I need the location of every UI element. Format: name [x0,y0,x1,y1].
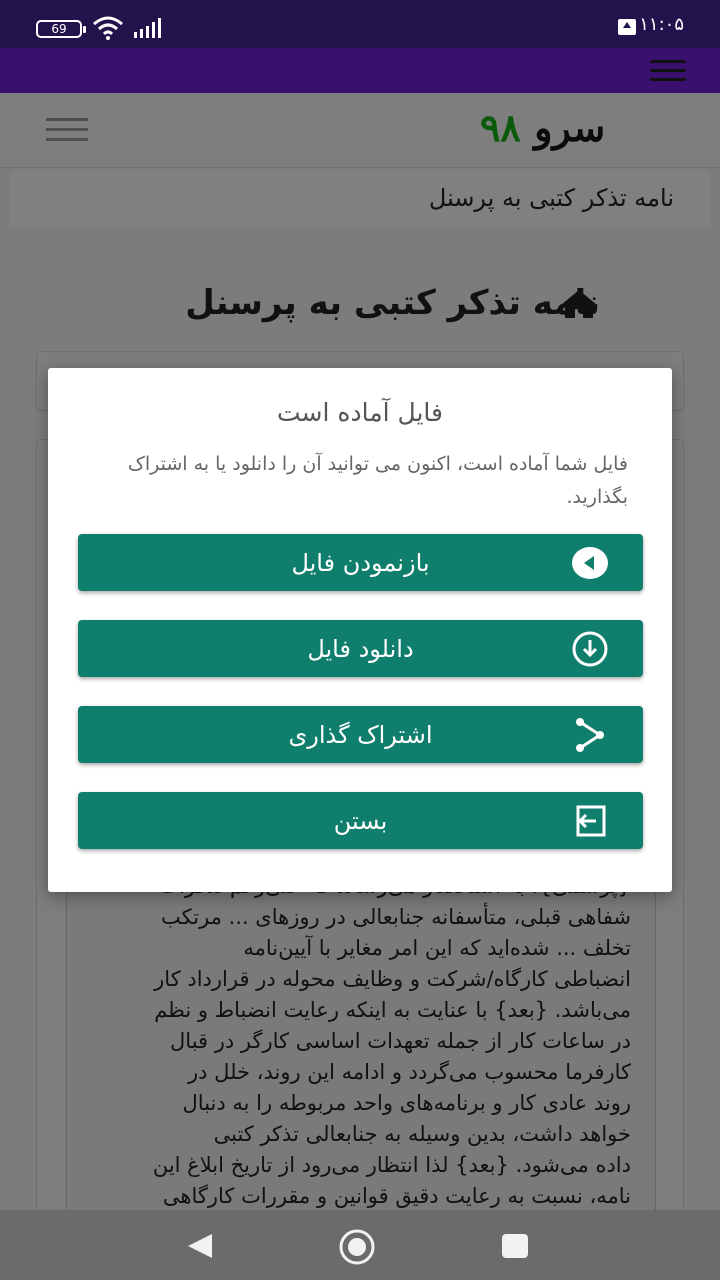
site-header: سرو ۹۸ [0,93,720,168]
document-line: می‌باشد. {بعد} با عنایت به اینکه رعایت ا… [154,998,631,1022]
page-title: نامه تذکر کتبی به پرسنل [185,283,600,323]
document-line: کارفرما محسوب می‌گردد و ادامه این روند، … [188,1060,631,1084]
status-time: ۱۱:۰۵ [639,14,684,35]
close-button[interactable]: بستن [78,792,643,849]
document-line: روند عادی کار و برنامه‌های واحد مربوطه ر… [182,1091,631,1115]
open-file-button[interactable]: بازنمودن فایل [78,534,643,591]
share-button[interactable]: اشتراک گذاری [78,706,643,763]
open-file-label: بازنمودن فایل [291,549,430,577]
signal-icon [134,18,161,38]
breadcrumb-text: نامه تذکر کتبی به پرسنل [428,184,674,212]
navigation-bar [0,1210,720,1280]
site-logo[interactable]: سرو ۹۸ [480,105,605,150]
logo-number: ۹۸ [480,105,521,150]
battery-icon: 69 [36,20,86,38]
file-ready-dialog: فایل آماده است فایل شما آماده است، اکنون… [48,368,672,892]
status-bar: 69 ۱۱:۰۵ [0,0,720,48]
document-line: خواهد داشت، بدین وسیله به جنابعالی تذکر … [213,1122,631,1146]
document-line: تخلف ... شده‌اید که این امر مغایر با آیی… [243,936,631,960]
wifi-icon [93,16,123,40]
app-top-bar [0,48,720,93]
hamburger-menu-icon[interactable] [46,118,88,141]
home-nav-icon[interactable] [338,1228,376,1266]
document-line: نامه، نسبت به رعایت دقیق قوانین و مقررات… [162,1184,631,1208]
upload-notification-icon [618,19,636,35]
download-file-button[interactable]: دانلود فایل [78,620,643,677]
document-line: داده می‌شود. {بعد} لذا انتظار می‌رود از … [152,1153,631,1177]
dialog-title: فایل آماده است [277,398,443,427]
share-label: اشتراک گذاری [288,721,433,749]
logo-text: سرو [534,105,606,150]
recent-apps-icon[interactable] [502,1234,528,1258]
document-line: انضباطی کارگاه/شرکت و وظایف محوله در قرا… [154,967,631,991]
breadcrumb: نامه تذکر کتبی به پرسنل [10,170,710,228]
document-line: در ساعات کار از جمله تعهدات اساسی کارگر … [170,1029,631,1053]
document-line: شفاهی قبلی، متأسفانه جنابعالی در روزهای … [161,905,631,929]
document-text: {پرسنلی}، به استحضار می‌رساند که علی‌رغم… [86,871,631,1212]
close-label: بستن [333,807,388,835]
dialog-message: فایل شما آماده است، اکنون می توانید آن ر… [127,453,628,508]
download-file-label: دانلود فایل [307,635,414,663]
menu-icon[interactable] [650,60,686,82]
back-icon[interactable] [186,1232,214,1260]
